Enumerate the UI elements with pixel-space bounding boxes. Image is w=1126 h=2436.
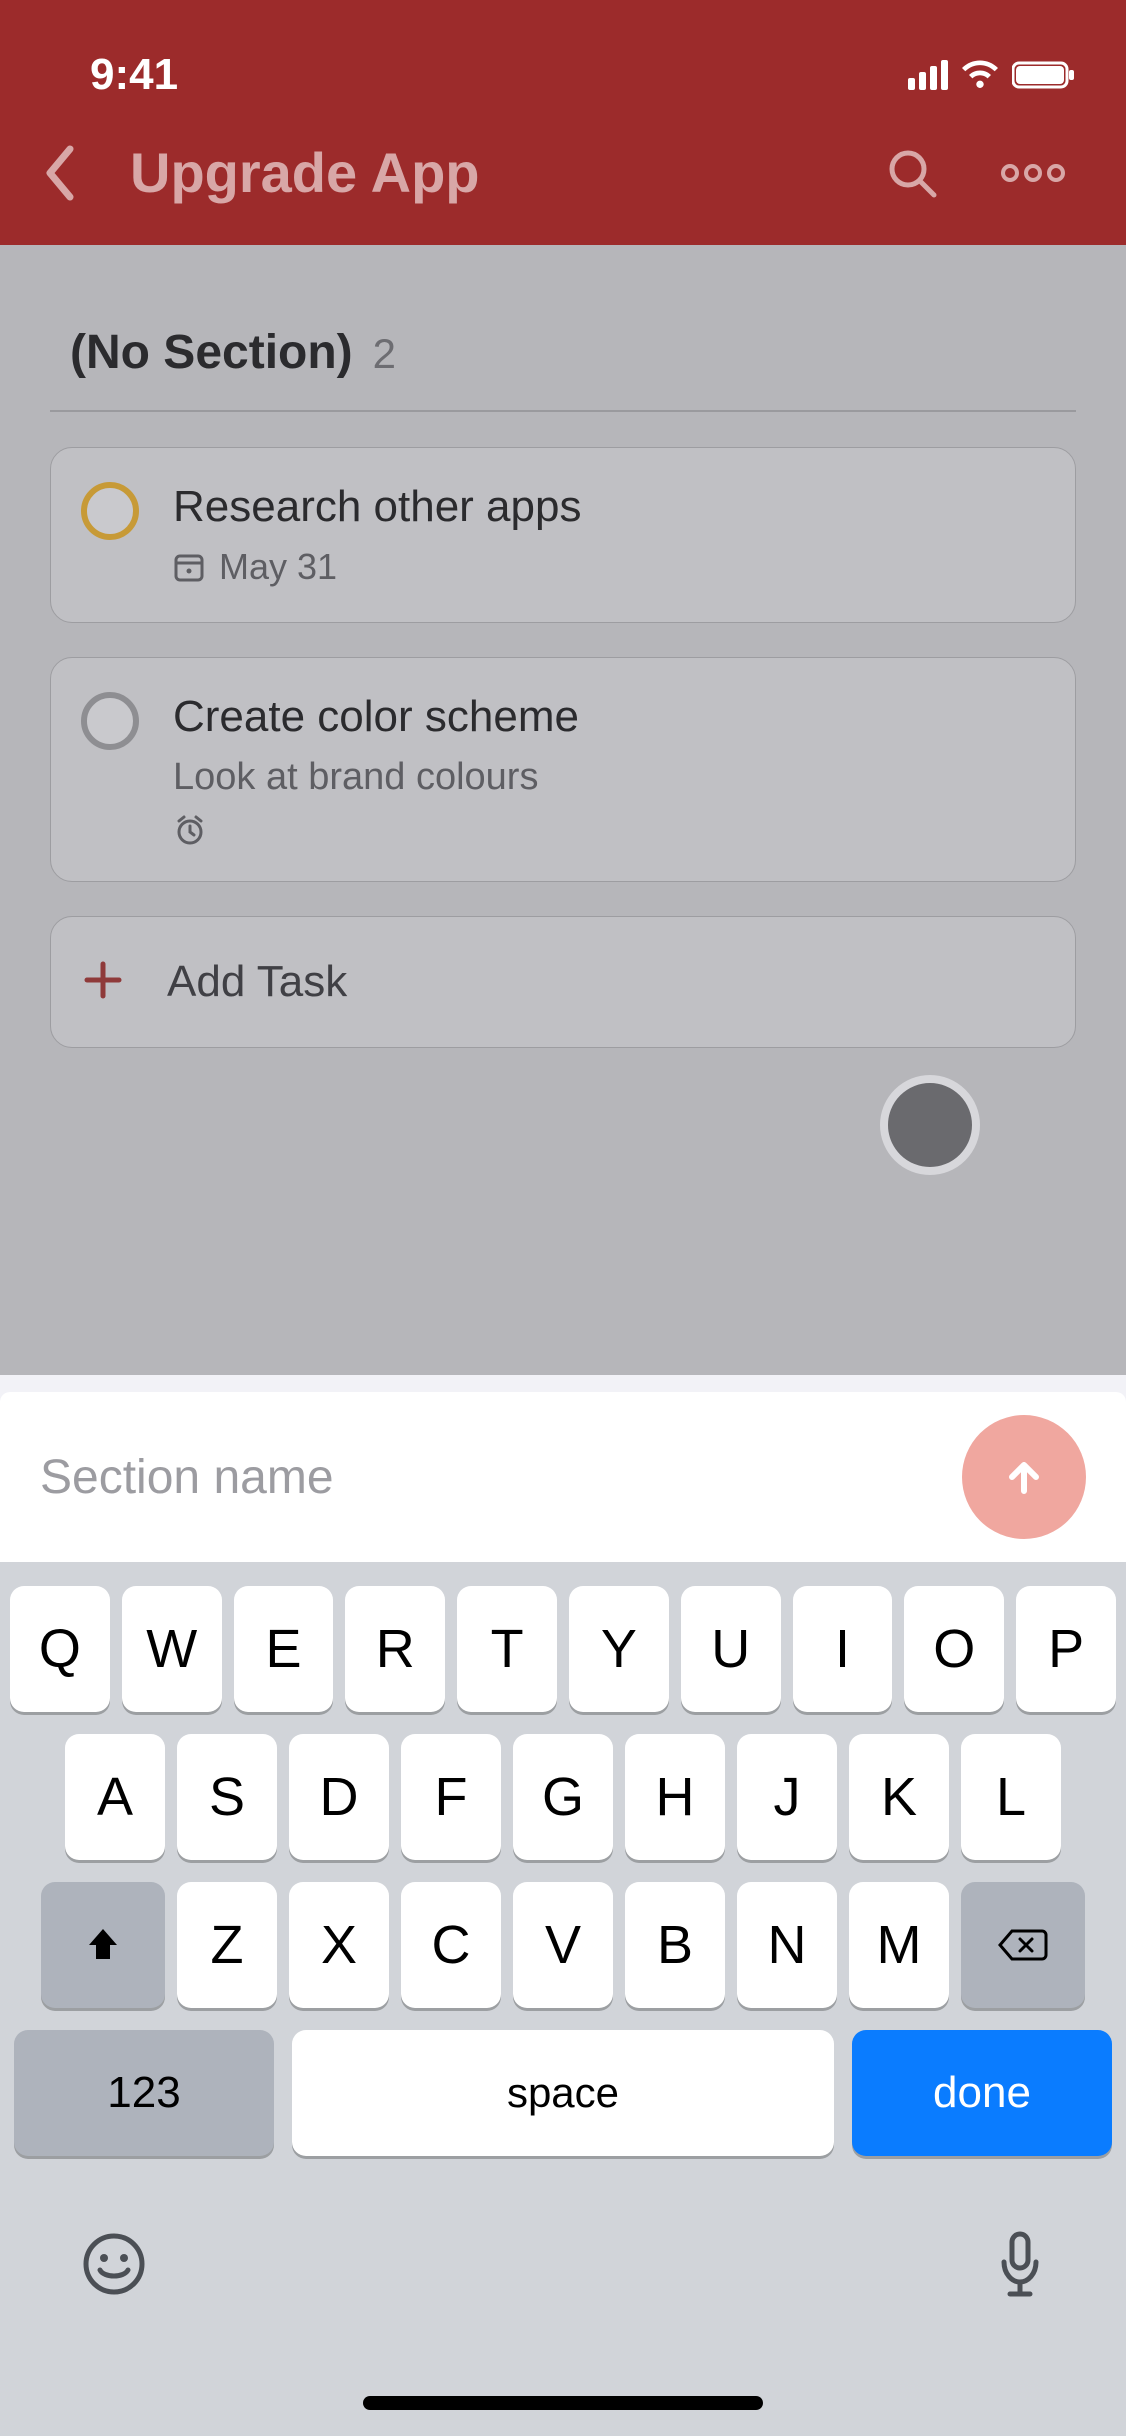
key-numbers[interactable]: 123 bbox=[14, 2030, 274, 2156]
task-list-content: (No Section) 2 Research other apps May 3… bbox=[0, 245, 1126, 1375]
key-p[interactable]: P bbox=[1016, 1586, 1116, 1712]
section-name-sheet bbox=[0, 1392, 1126, 1562]
section-title: (No Section) bbox=[70, 325, 353, 380]
wifi-icon bbox=[960, 60, 1000, 90]
status-right bbox=[908, 60, 1076, 90]
calendar-icon bbox=[173, 551, 205, 583]
keyboard-bottom-row bbox=[0, 2178, 1126, 2305]
battery-icon bbox=[1012, 60, 1076, 90]
task-checkbox[interactable] bbox=[81, 692, 139, 847]
key-q[interactable]: Q bbox=[10, 1586, 110, 1712]
keyboard-row-2: ASDFGHJKL bbox=[0, 1734, 1126, 1882]
keyboard-row-3: ZXCVBNM bbox=[0, 1882, 1126, 2030]
section-header[interactable]: (No Section) 2 bbox=[70, 325, 1076, 380]
emoji-icon[interactable] bbox=[80, 2230, 148, 2303]
submit-section-button[interactable] bbox=[962, 1415, 1086, 1539]
section-name-input[interactable] bbox=[40, 1450, 942, 1505]
divider bbox=[50, 410, 1076, 412]
reminder-icon bbox=[173, 813, 1045, 847]
floating-action-button[interactable] bbox=[880, 1075, 980, 1175]
search-icon[interactable] bbox=[884, 145, 940, 201]
page-title: Upgrade App bbox=[130, 140, 884, 205]
key-d[interactable]: D bbox=[289, 1734, 389, 1860]
key-j[interactable]: J bbox=[737, 1734, 837, 1860]
key-t[interactable]: T bbox=[457, 1586, 557, 1712]
key-a[interactable]: A bbox=[65, 1734, 165, 1860]
key-s[interactable]: S bbox=[177, 1734, 277, 1860]
cellular-signal-icon bbox=[908, 60, 948, 90]
key-l[interactable]: L bbox=[961, 1734, 1061, 1860]
key-e[interactable]: E bbox=[234, 1586, 334, 1712]
key-y[interactable]: Y bbox=[569, 1586, 669, 1712]
section-count: 2 bbox=[373, 330, 396, 378]
screen: 9:41 Upgrade App bbox=[0, 0, 1126, 2436]
app-header: 9:41 Upgrade App bbox=[0, 0, 1126, 245]
key-i[interactable]: I bbox=[793, 1586, 893, 1712]
key-o[interactable]: O bbox=[904, 1586, 1004, 1712]
key-v[interactable]: V bbox=[513, 1882, 613, 2008]
key-w[interactable]: W bbox=[122, 1586, 222, 1712]
home-indicator[interactable] bbox=[363, 2396, 763, 2410]
key-g[interactable]: G bbox=[513, 1734, 613, 1860]
arrow-up-icon bbox=[998, 1451, 1050, 1503]
task-date: May 31 bbox=[173, 546, 1045, 588]
key-u[interactable]: U bbox=[681, 1586, 781, 1712]
status-bar: 9:41 bbox=[0, 30, 1126, 130]
task-title: Create color scheme bbox=[173, 692, 1045, 742]
task-date-text: May 31 bbox=[219, 546, 337, 588]
task-title: Research other apps bbox=[173, 482, 1045, 532]
key-r[interactable]: R bbox=[345, 1586, 445, 1712]
add-task-label: Add Task bbox=[167, 957, 347, 1007]
key-z[interactable]: Z bbox=[177, 1882, 277, 2008]
key-shift[interactable] bbox=[41, 1882, 165, 2008]
key-backspace[interactable] bbox=[961, 1882, 1085, 2008]
key-b[interactable]: B bbox=[625, 1882, 725, 2008]
key-h[interactable]: H bbox=[625, 1734, 725, 1860]
key-done[interactable]: done bbox=[852, 2030, 1112, 2156]
back-button[interactable] bbox=[30, 145, 90, 201]
key-k[interactable]: K bbox=[849, 1734, 949, 1860]
status-time: 9:41 bbox=[90, 50, 178, 100]
key-n[interactable]: N bbox=[737, 1882, 837, 2008]
task-card[interactable]: Research other apps May 31 bbox=[50, 447, 1076, 623]
key-space[interactable]: space bbox=[292, 2030, 834, 2156]
nav-row: Upgrade App bbox=[0, 130, 1126, 245]
plus-icon bbox=[81, 958, 125, 1007]
keyboard-row-1: QWERTYUIOP bbox=[0, 1586, 1126, 1734]
task-card[interactable]: Create color scheme Look at brand colour… bbox=[50, 657, 1076, 882]
keyboard: QWERTYUIOP ASDFGHJKL ZXCVBNM 123 space d… bbox=[0, 1562, 1126, 2436]
task-checkbox[interactable] bbox=[81, 482, 139, 588]
key-x[interactable]: X bbox=[289, 1882, 389, 2008]
key-c[interactable]: C bbox=[401, 1882, 501, 2008]
add-task-button[interactable]: Add Task bbox=[50, 916, 1076, 1048]
keyboard-row-4: 123 space done bbox=[0, 2030, 1126, 2178]
mic-icon[interactable] bbox=[994, 2228, 1046, 2305]
more-options-icon[interactable] bbox=[1000, 163, 1066, 183]
key-f[interactable]: F bbox=[401, 1734, 501, 1860]
key-m[interactable]: M bbox=[849, 1882, 949, 2008]
task-subtitle: Look at brand colours bbox=[173, 756, 1045, 799]
